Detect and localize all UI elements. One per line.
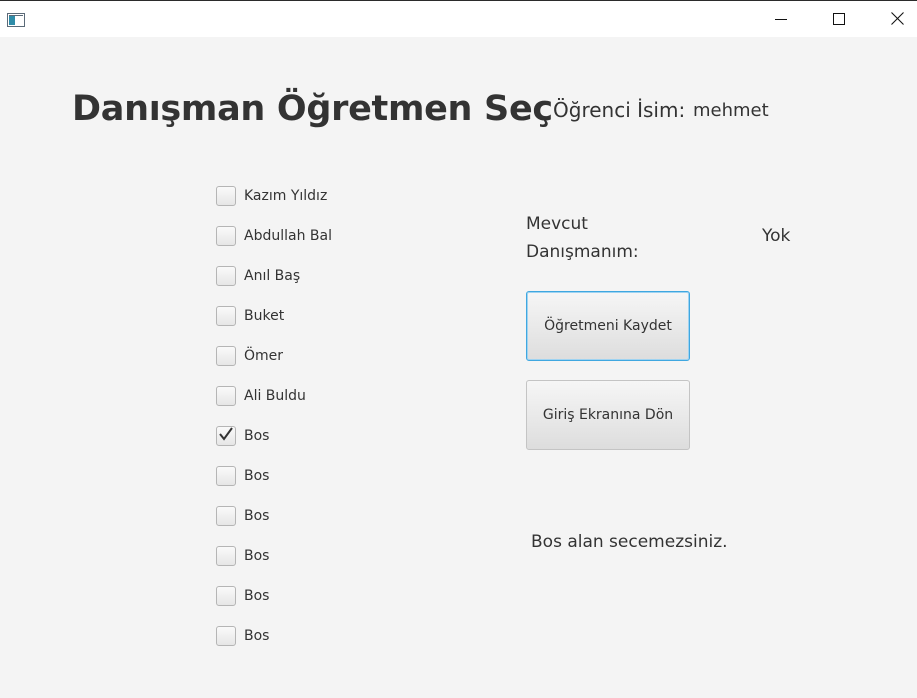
teacher-checkbox-row[interactable]: Anıl Baş (216, 265, 300, 287)
app-window-icon (7, 12, 25, 27)
teacher-checkbox-label: Buket (244, 308, 285, 324)
teacher-checkbox-row[interactable]: Ömer (216, 345, 283, 367)
close-button[interactable] (868, 1, 917, 37)
teacher-checkbox[interactable] (216, 506, 236, 526)
minimize-button[interactable] (752, 1, 810, 37)
current-advisor-value: Yok (762, 226, 791, 246)
teacher-checkbox-label: Ali Buldu (244, 388, 306, 404)
teacher-checkbox[interactable] (216, 346, 236, 366)
save-teacher-button[interactable]: Öğretmeni Kaydet (526, 291, 690, 361)
teacher-checkbox-row[interactable]: Ali Buldu (216, 385, 306, 407)
teacher-checkbox-label: Abdullah Bal (244, 228, 332, 244)
teacher-checkbox-row[interactable]: Bos (216, 585, 269, 607)
teacher-checkbox[interactable] (216, 186, 236, 206)
teacher-checkbox-label: Ömer (244, 348, 284, 364)
teacher-checkbox-label: Anıl Baş (244, 268, 301, 284)
teacher-checkbox-label: Bos (244, 628, 270, 644)
teacher-checkbox-row[interactable]: Bos (216, 425, 269, 447)
teacher-checkbox-row[interactable]: Abdullah Bal (216, 225, 332, 247)
teacher-checkbox-label: Bos (244, 548, 270, 564)
checkmark-icon (218, 426, 234, 446)
teacher-checkbox-row[interactable]: Bos (216, 625, 269, 647)
minimize-icon (775, 10, 787, 29)
student-name-value: mehmet (693, 100, 769, 121)
teacher-checkbox[interactable] (216, 546, 236, 566)
current-advisor-label-line1: Mevcut (526, 214, 588, 234)
current-advisor-label: Mevcut Danışmanım: (526, 210, 639, 266)
maximize-button[interactable] (810, 1, 868, 37)
teacher-checkbox[interactable] (216, 306, 236, 326)
teacher-checkbox-label: Bos (244, 468, 270, 484)
status-message: Bos alan secemezsiniz. (531, 532, 728, 552)
back-to-login-button[interactable]: Giriş Ekranına Dön (526, 380, 690, 450)
teacher-checkbox[interactable] (216, 586, 236, 606)
teacher-checkbox[interactable] (216, 426, 236, 446)
teacher-checkbox-label: Bos (244, 428, 270, 444)
teacher-checkbox-label: Bos (244, 508, 270, 524)
teacher-checkbox[interactable] (216, 466, 236, 486)
title-bar (0, 0, 917, 37)
teacher-checkbox[interactable] (216, 266, 236, 286)
teacher-checkbox-row[interactable]: Kazım Yıldız (216, 185, 327, 207)
teacher-checkbox-label: Kazım Yıldız (244, 188, 328, 204)
teacher-checkbox[interactable] (216, 386, 236, 406)
teacher-checkbox[interactable] (216, 626, 236, 646)
teacher-checkbox-row[interactable]: Bos (216, 545, 269, 567)
close-icon (890, 10, 904, 29)
teacher-checkbox-row[interactable]: Buket (216, 305, 284, 327)
maximize-icon (833, 10, 845, 29)
teacher-checkbox-label: Bos (244, 588, 270, 604)
student-name-label: Öğrenci İsim: (553, 98, 686, 122)
teacher-checkbox[interactable] (216, 226, 236, 246)
page-title: Danışman Öğretmen Seç (72, 89, 553, 129)
current-advisor-label-line2: Danışmanım: (526, 242, 639, 262)
teacher-checkbox-row[interactable]: Bos (216, 505, 269, 527)
teacher-checkbox-row[interactable]: Bos (216, 465, 269, 487)
